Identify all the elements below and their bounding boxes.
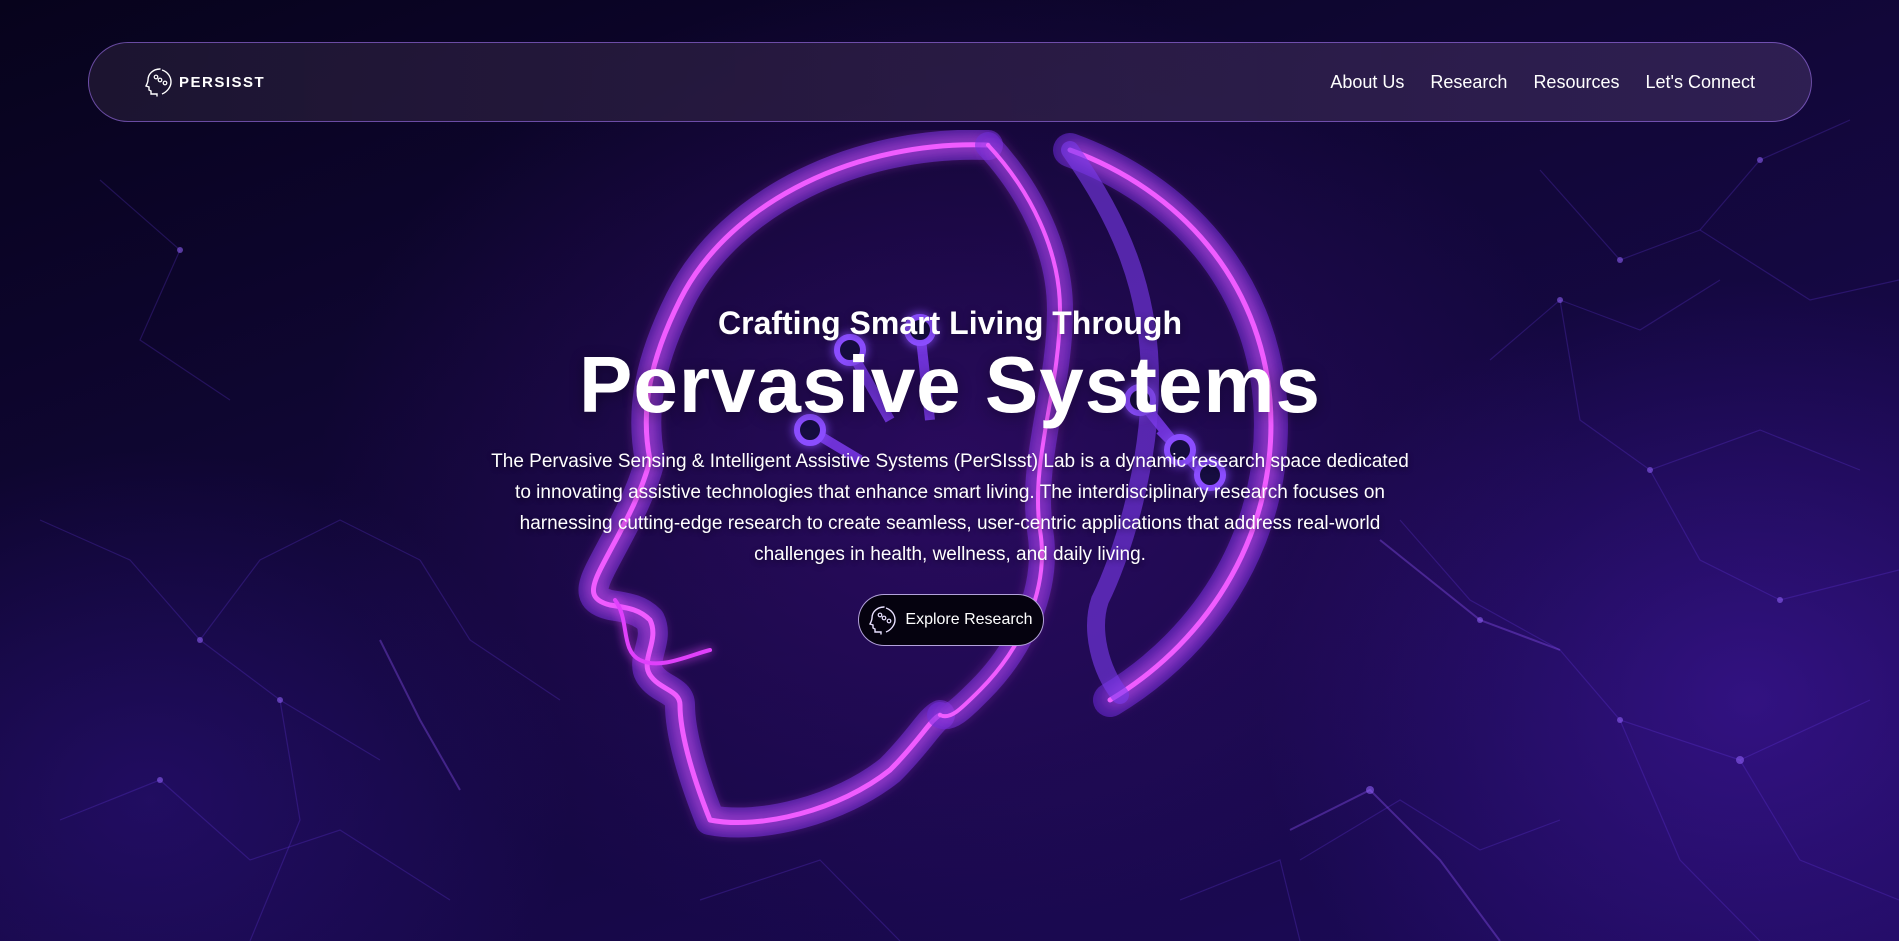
top-navbar: PERSISST About Us Research Resources Let… bbox=[88, 42, 1812, 122]
hero-description: The Pervasive Sensing & Intelligent Assi… bbox=[491, 451, 1409, 565]
brand-logo-link[interactable]: PERSISST bbox=[145, 67, 265, 97]
explore-research-label: Explore Research bbox=[905, 611, 1033, 628]
nav-links: About Us Research Resources Let's Connec… bbox=[1330, 72, 1755, 93]
landing-page: PERSISST About Us Research Resources Let… bbox=[0, 0, 1899, 941]
hero-section: Crafting Smart Living Through Pervasive … bbox=[450, 300, 1450, 570]
hero-title: Pervasive Systems bbox=[579, 340, 1321, 429]
brand-name: PERSISST bbox=[179, 73, 266, 91]
explore-research-button[interactable]: Explore Research bbox=[858, 594, 1044, 646]
head-circuit-icon bbox=[145, 68, 172, 97]
nav-link-research[interactable]: Research bbox=[1430, 72, 1507, 93]
nav-link-about-us[interactable]: About Us bbox=[1330, 72, 1404, 93]
head-circuit-icon bbox=[869, 606, 897, 635]
nav-link-lets-connect[interactable]: Let's Connect bbox=[1645, 72, 1755, 93]
nav-link-resources[interactable]: Resources bbox=[1533, 72, 1619, 93]
